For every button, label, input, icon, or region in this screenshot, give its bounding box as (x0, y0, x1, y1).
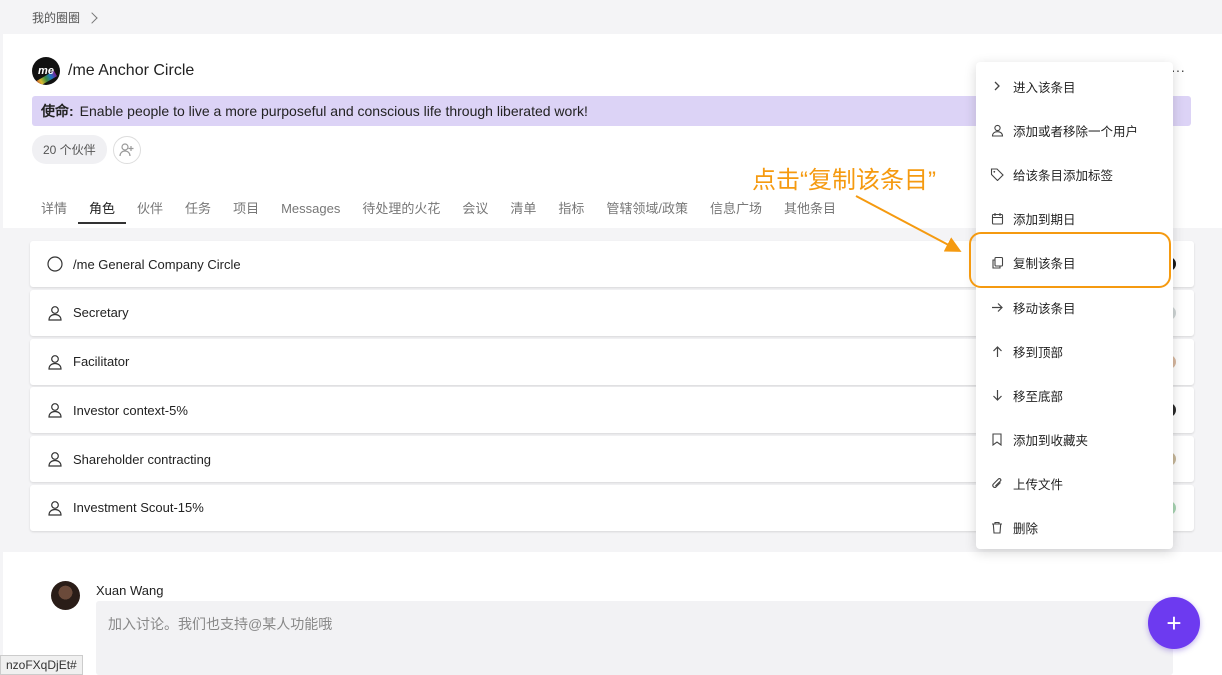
tab-sparks[interactable]: 待处理的火花 (351, 196, 451, 224)
tag-icon (990, 167, 1004, 182)
add-partner-button[interactable] (112, 135, 141, 164)
tab-meetings[interactable]: 会议 (451, 196, 499, 224)
tab-metrics[interactable]: 指标 (547, 196, 595, 224)
tab-tasks[interactable]: 任务 (174, 196, 222, 224)
copy-item-highlight (969, 232, 1171, 288)
partner-count-badge[interactable]: 20 个伙伴 (32, 135, 107, 164)
bookmark-icon (990, 433, 1004, 447)
partners-bar: 20 个伙伴 (32, 135, 141, 164)
menu-item-label: 进入该条目 (1013, 80, 1076, 95)
mission-text: Enable people to live a more purposeful … (79, 103, 588, 119)
tab-messages[interactable]: Messages (270, 196, 351, 224)
menu-item-label: 移到顶部 (1013, 345, 1064, 360)
arrow-up-icon (990, 344, 1004, 358)
menu-item-enter[interactable]: 进入该条目 (976, 64, 1173, 108)
menu-item-move[interactable]: 移动该条目 (976, 285, 1173, 329)
circle-header: me /me Anchor Circle (32, 57, 194, 85)
tab-domains-policies[interactable]: 管辖领域/政策 (595, 196, 699, 224)
tab-checklists[interactable]: 清单 (499, 196, 547, 224)
circle-icon (46, 255, 64, 273)
role-label: Investment Scout-15% (73, 500, 204, 516)
comment-input[interactable]: 加入讨论。我们也支持@某人功能哦 (96, 601, 1173, 675)
tab-roles[interactable]: 角色 (78, 196, 127, 224)
role-label: Secretary (73, 305, 129, 321)
circle-logo: me (32, 57, 60, 85)
menu-item-label: 添加到期日 (1013, 213, 1076, 228)
menu-item-label: 上传文件 (1013, 478, 1064, 493)
add-user-icon (119, 142, 134, 156)
breadcrumb-label[interactable]: 我的圈圈 (32, 9, 80, 26)
chevron-right-icon (990, 79, 1004, 93)
tab-info-square[interactable]: 信息广场 (699, 196, 773, 224)
menu-item-label: 移至底部 (1013, 389, 1064, 404)
annotation-arrow-icon (855, 195, 962, 252)
tab-projects[interactable]: 项目 (222, 196, 270, 224)
role-label: Shareholder contracting (73, 451, 212, 467)
role-label: Investor context-5% (73, 402, 188, 418)
arrow-right-icon (990, 300, 1004, 314)
context-menu: 进入该条目 添加或者移除一个用户 给该条目添加标签 添加到期日 复制该条目 移动… (976, 62, 1173, 549)
person-icon (46, 353, 64, 371)
status-url-bar: nzoFXqDjEt# (0, 655, 83, 675)
mission-label: 使命: (41, 103, 74, 119)
page-title: /me Anchor Circle (68, 62, 195, 79)
person-icon (46, 304, 64, 322)
menu-item-delete[interactable]: 删除 (976, 506, 1173, 550)
commenter-name: Xuan Wang (96, 583, 164, 598)
person-icon (46, 401, 64, 419)
role-label: Facilitator (73, 354, 130, 370)
person-icon (46, 450, 64, 468)
menu-item-add-tag[interactable]: 给该条目添加标签 (976, 152, 1173, 196)
menu-item-label: 删除 (1013, 522, 1039, 537)
tab-partners[interactable]: 伙伴 (126, 196, 174, 224)
breadcrumb[interactable]: 我的圈圈 (32, 9, 98, 26)
menu-item-label: 添加或者移除一个用户 (1013, 124, 1139, 139)
tab-details[interactable]: 详情 (30, 196, 78, 224)
tab-bar: 详情 角色 伙伴 任务 项目 Messages 待处理的火花 会议 清单 指标 … (30, 196, 847, 224)
menu-item-move-top[interactable]: 移到顶部 (976, 329, 1173, 373)
menu-item-add-remove-user[interactable]: 添加或者移除一个用户 (976, 108, 1173, 152)
menu-item-move-bottom[interactable]: 移至底部 (976, 373, 1173, 417)
user-icon (990, 123, 1004, 137)
menu-item-label: 移动该条目 (1013, 301, 1076, 316)
menu-item-add-favorite[interactable]: 添加到收藏夹 (976, 418, 1173, 462)
arrow-down-icon (990, 388, 1004, 402)
role-label: /me General Company Circle (73, 256, 241, 272)
trash-icon (990, 521, 1004, 535)
tab-other-items[interactable]: 其他条目 (773, 196, 847, 224)
chevron-right-icon (86, 11, 98, 24)
more-options-icon[interactable]: ··· (1171, 62, 1185, 78)
menu-item-label: 给该条目添加标签 (1013, 168, 1114, 183)
calendar-icon (990, 212, 1004, 226)
avatar (51, 581, 80, 610)
menu-item-label: 添加到收藏夹 (1013, 434, 1089, 449)
person-icon (46, 499, 64, 517)
paperclip-icon (990, 477, 1004, 491)
add-fab-button[interactable]: + (1148, 597, 1200, 649)
menu-item-upload-file[interactable]: 上传文件 (976, 462, 1173, 506)
